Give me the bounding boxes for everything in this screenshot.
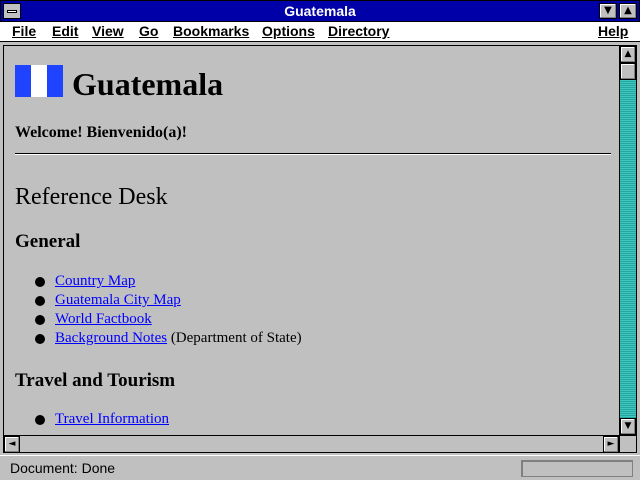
- menu-help[interactable]: Help: [598, 23, 628, 39]
- menu-file[interactable]: File: [12, 23, 36, 39]
- status-bar: Document: Done: [0, 455, 640, 480]
- title-bar: Guatemala ▼ ▲: [0, 0, 640, 22]
- scroll-left-button[interactable]: ◄: [4, 436, 20, 453]
- down-arrow-icon: ▼: [624, 421, 632, 431]
- guatemala-city-map-link[interactable]: Guatemala City Map: [55, 292, 181, 308]
- menu-go[interactable]: Go: [139, 23, 158, 39]
- menu-view[interactable]: View: [92, 23, 124, 39]
- bullet-icon: [35, 315, 45, 325]
- bullet-icon: [35, 296, 45, 306]
- progress-indicator: [521, 460, 633, 477]
- maximize-button[interactable]: ▲: [619, 3, 637, 19]
- list-item: World Factbook: [55, 311, 152, 328]
- bullet-icon: [35, 277, 45, 287]
- bullet-icon: [35, 334, 45, 344]
- page-title: Guatemala: [72, 66, 224, 102]
- menu-bar: File Edit View Go Bookmarks Options Dire…: [0, 22, 640, 42]
- scrollbar-corner: [619, 435, 636, 452]
- world-factbook-link[interactable]: World Factbook: [55, 311, 152, 327]
- list-item: Background Notes (Department of State): [55, 330, 302, 347]
- background-notes-link[interactable]: Background Notes: [55, 330, 167, 346]
- background-notes-note: (Department of State): [167, 330, 302, 346]
- vertical-scroll-track[interactable]: [620, 63, 636, 418]
- scroll-down-button[interactable]: ▼: [620, 418, 636, 435]
- horizontal-scrollbar[interactable]: ◄ ►: [4, 435, 619, 453]
- travel-tourism-heading: Travel and Tourism: [15, 370, 176, 391]
- list-item: Country Map: [55, 273, 135, 290]
- travel-information-link[interactable]: Travel Information: [55, 411, 169, 427]
- list-item: Guatemala City Map: [55, 292, 181, 309]
- left-arrow-icon: ◄: [8, 439, 16, 449]
- menu-bookmarks[interactable]: Bookmarks: [173, 23, 249, 39]
- up-arrow-icon: ▲: [624, 49, 632, 59]
- scroll-right-button[interactable]: ►: [603, 436, 619, 453]
- guatemala-flag-icon: [15, 65, 63, 97]
- menu-options[interactable]: Options: [262, 23, 315, 39]
- country-map-link[interactable]: Country Map: [55, 273, 135, 289]
- scroll-up-button[interactable]: ▲: [620, 46, 636, 63]
- welcome-text: Welcome! Bienvenido(a)!: [15, 124, 187, 141]
- menu-edit[interactable]: Edit: [52, 23, 78, 39]
- document-frame: Guatemala Welcome! Bienvenido(a)! Refere…: [3, 45, 637, 453]
- menu-directory[interactable]: Directory: [328, 23, 389, 39]
- status-text: Document: Done: [10, 460, 116, 476]
- vertical-scroll-thumb[interactable]: [620, 63, 636, 80]
- window-title: Guatemala: [284, 3, 356, 19]
- document-content: Guatemala Welcome! Bienvenido(a)! Refere…: [4, 46, 619, 435]
- list-item: Travel Information: [55, 411, 169, 428]
- bullet-icon: [35, 415, 45, 425]
- general-heading: General: [15, 231, 81, 252]
- reference-desk-heading: Reference Desk: [15, 184, 168, 210]
- minimize-arrow-icon: ▼: [604, 5, 612, 16]
- right-arrow-icon: ►: [607, 439, 615, 449]
- vertical-scrollbar[interactable]: ▲ ▼: [619, 46, 636, 435]
- minimize-button[interactable]: ▼: [599, 3, 617, 19]
- maximize-arrow-icon: ▲: [624, 5, 632, 16]
- horizontal-rule: [15, 153, 611, 155]
